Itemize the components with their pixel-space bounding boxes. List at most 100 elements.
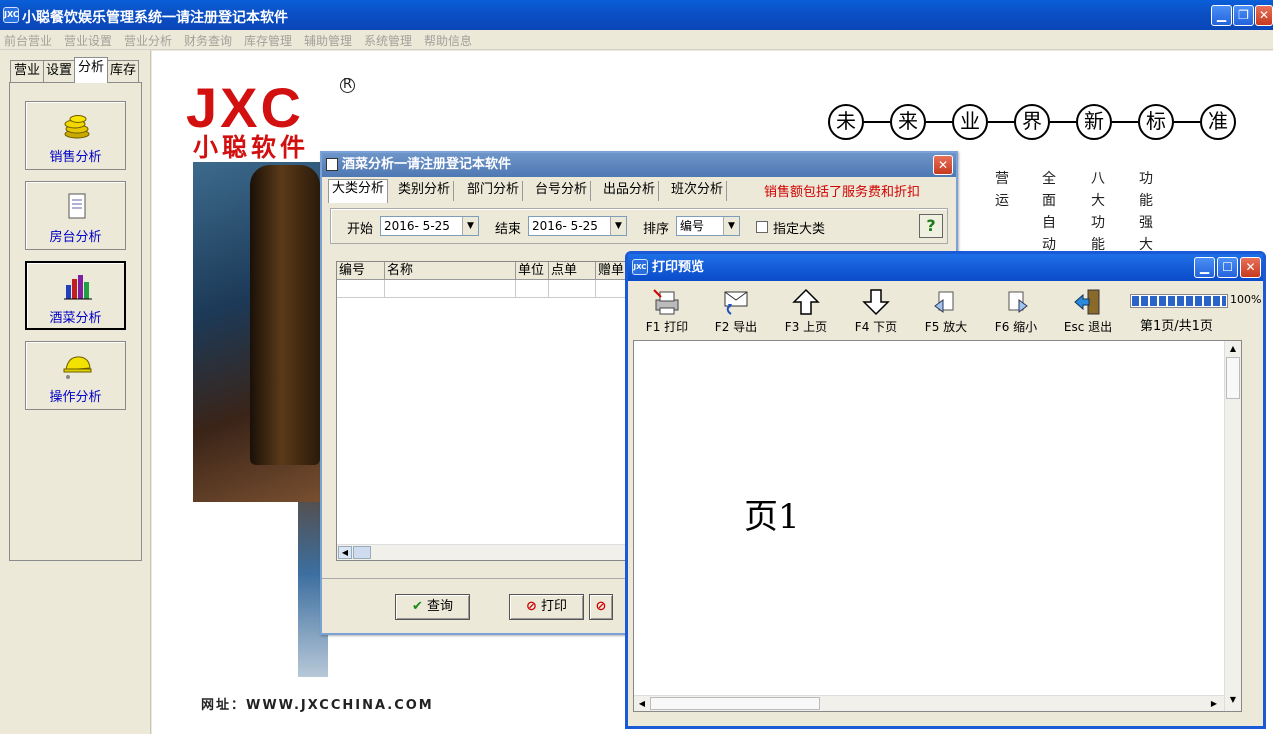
tab-inventory[interactable]: 库存 bbox=[107, 60, 139, 82]
scroll-thumb[interactable] bbox=[650, 697, 820, 710]
operation-analysis-button[interactable]: 操作分析 bbox=[25, 341, 126, 410]
room-analysis-button[interactable]: 房台分析 bbox=[25, 181, 126, 250]
tool-key: F6 bbox=[994, 320, 1010, 334]
query-button[interactable]: ✔ 查询 bbox=[395, 594, 470, 620]
menu-item-inventory[interactable]: 库存管理 bbox=[244, 32, 292, 49]
website-text: 网址：WWW.JXCCHINA.COM bbox=[201, 698, 434, 713]
end-date-value: 2016- 5-25 bbox=[532, 219, 598, 233]
checkmark-icon: ✔ bbox=[411, 599, 423, 614]
tool-key: F2 bbox=[714, 320, 730, 334]
column-header[interactable]: 单位 bbox=[516, 262, 549, 280]
end-date-picker[interactable]: 2016- 5-25 ▼ bbox=[528, 216, 627, 236]
cancel-button[interactable]: ⊘ bbox=[589, 594, 613, 620]
chevron-down-icon[interactable]: ▼ bbox=[610, 217, 626, 235]
scroll-left-icon[interactable]: ◀ bbox=[636, 697, 648, 710]
wine-bottle-image bbox=[250, 165, 320, 465]
tool-label: 上页 bbox=[803, 320, 828, 334]
tab-business[interactable]: 营业 bbox=[10, 60, 44, 82]
menu-item-auxiliary[interactable]: 辅助管理 bbox=[304, 32, 352, 49]
tab-settings[interactable]: 设置 bbox=[43, 60, 75, 82]
table-cell[interactable] bbox=[596, 280, 627, 298]
slogan-char: 业 bbox=[952, 104, 988, 140]
page-info: 第1页/共1页 bbox=[1140, 319, 1213, 334]
menu-item-front[interactable]: 前台营业 bbox=[4, 32, 52, 49]
no-sign-icon: ⊘ bbox=[525, 599, 537, 614]
column-header[interactable]: 点单 bbox=[549, 262, 596, 280]
menu-item-analysis[interactable]: 营业分析 bbox=[124, 32, 172, 49]
tool-label: 退出 bbox=[1088, 320, 1113, 334]
tab-category-analysis[interactable]: 大类分析 bbox=[328, 179, 389, 203]
prev-page-tool-button[interactable]: F3 上页 bbox=[778, 288, 834, 338]
column-header[interactable]: 赠单 bbox=[596, 262, 627, 280]
slogan-char: 来 bbox=[890, 104, 926, 140]
category-checkbox[interactable] bbox=[756, 221, 768, 233]
preview-title: 打印预览 bbox=[652, 260, 705, 275]
scroll-down-icon[interactable]: ▼ bbox=[1226, 693, 1240, 707]
menu-item-finance[interactable]: 财务查询 bbox=[184, 32, 232, 49]
menu-item-system[interactable]: 系统管理 bbox=[364, 32, 412, 49]
column-header[interactable]: 名称 bbox=[385, 262, 516, 280]
print-preview-window: JXC 打印预览 ▁ ☐ ✕ F1 打印 F2 导出 F3 上页 F4 下页 F… bbox=[625, 251, 1266, 729]
tab-analysis[interactable]: 分析 bbox=[74, 57, 108, 83]
preview-close-button[interactable]: ✕ bbox=[1240, 257, 1261, 278]
chevron-down-icon[interactable]: ▼ bbox=[462, 217, 478, 235]
bar-chart-icon bbox=[64, 275, 92, 300]
tool-key: F1 bbox=[645, 320, 661, 334]
slogan-char: 准 bbox=[1200, 104, 1236, 140]
tab-output-analysis[interactable]: 出品分析 bbox=[600, 181, 660, 201]
table-cell[interactable] bbox=[516, 280, 549, 298]
table-cell[interactable] bbox=[549, 280, 596, 298]
tab-shift-analysis[interactable]: 班次分析 bbox=[668, 181, 728, 201]
help-button[interactable]: ? bbox=[919, 214, 943, 238]
scroll-left-icon[interactable]: ◀ bbox=[338, 546, 352, 559]
result-grid: 编号 名称 单位 点单 赠单 ◀ bbox=[336, 261, 628, 561]
horizontal-scrollbar[interactable]: ◀ ▶ bbox=[634, 695, 1224, 711]
registered-mark: R bbox=[340, 78, 355, 93]
dish-analysis-button[interactable]: 酒菜分析 bbox=[25, 261, 126, 330]
tab-type-analysis[interactable]: 类别分析 bbox=[395, 181, 455, 201]
preview-minimize-button[interactable]: ▁ bbox=[1194, 257, 1215, 278]
tool-label: 导出 bbox=[733, 320, 758, 334]
vertical-scrollbar[interactable]: ▲ ▼ bbox=[1224, 341, 1241, 711]
export-tool-button[interactable]: F2 导出 bbox=[708, 288, 764, 338]
preview-maximize-button[interactable]: ☐ bbox=[1217, 257, 1238, 278]
restore-button[interactable]: ❐ bbox=[1233, 5, 1254, 26]
minimize-button[interactable]: ▁ bbox=[1211, 5, 1232, 26]
menu-item-help[interactable]: 帮助信息 bbox=[424, 32, 472, 49]
table-cell[interactable] bbox=[337, 280, 385, 298]
next-page-tool-button[interactable]: F4 下页 bbox=[848, 288, 904, 338]
close-button[interactable]: ✕ bbox=[1255, 5, 1273, 26]
preview-title-bar: JXC 打印预览 bbox=[628, 254, 1263, 281]
tab-table-analysis[interactable]: 台号分析 bbox=[532, 181, 592, 201]
start-date-picker[interactable]: 2016- 5-25 ▼ bbox=[380, 216, 479, 236]
slogan-char: 新 bbox=[1076, 104, 1112, 140]
vertical-text: 八大功能 bbox=[1091, 171, 1105, 253]
print-tool-button[interactable]: F1 打印 bbox=[639, 288, 695, 338]
zoom-out-tool-button[interactable]: F6 缩小 bbox=[988, 288, 1044, 338]
tool-key: Esc bbox=[1063, 320, 1085, 334]
column-header[interactable]: 编号 bbox=[337, 262, 385, 280]
app-title: 小聪餐饮娱乐管理系统一请注册登记本软件 bbox=[22, 10, 288, 26]
scroll-thumb[interactable] bbox=[353, 546, 371, 559]
print-button[interactable]: ⊘ 打印 bbox=[509, 594, 584, 620]
tab-department-analysis[interactable]: 部门分析 bbox=[464, 181, 524, 201]
logo-chinese-name: 小聪软件 bbox=[193, 133, 310, 162]
table-cell[interactable] bbox=[385, 280, 516, 298]
menu-bar: 前台营业 营业设置 营业分析 财务查询 库存管理 辅助管理 系统管理 帮助信息 bbox=[0, 30, 1273, 50]
dish-analysis-label: 酒菜分析 bbox=[49, 311, 102, 326]
chevron-down-icon[interactable]: ▼ bbox=[723, 217, 739, 235]
exit-tool-button[interactable]: Esc 退出 bbox=[1058, 288, 1118, 338]
horizontal-scrollbar[interactable]: ◀ bbox=[337, 544, 627, 560]
slogan-char: 未 bbox=[828, 104, 864, 140]
start-date-value: 2016- 5-25 bbox=[384, 219, 450, 233]
zoom-in-tool-button[interactable]: F5 放大 bbox=[918, 288, 974, 338]
scroll-right-icon[interactable]: ▶ bbox=[1208, 697, 1220, 710]
sort-select[interactable]: 编号 ▼ bbox=[676, 216, 740, 236]
scroll-up-icon[interactable]: ▲ bbox=[1226, 342, 1240, 356]
menu-item-settings[interactable]: 营业设置 bbox=[64, 32, 112, 49]
dialog-close-button[interactable]: ✕ bbox=[933, 155, 953, 175]
scroll-thumb[interactable] bbox=[1226, 357, 1240, 399]
sales-analysis-button[interactable]: 销售分析 bbox=[25, 101, 126, 170]
tool-key: F5 bbox=[924, 320, 940, 334]
vertical-text: 全面自动 bbox=[1042, 171, 1056, 253]
